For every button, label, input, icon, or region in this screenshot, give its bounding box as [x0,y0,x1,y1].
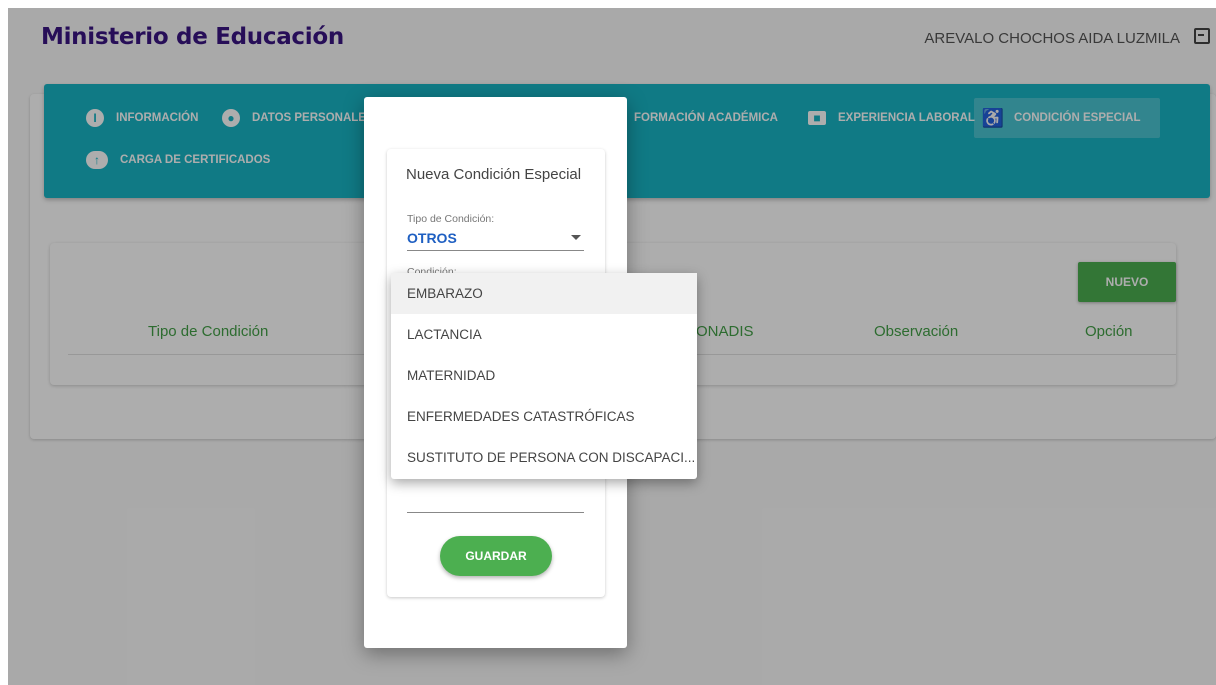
tipo-condicion-select[interactable]: OTROS [407,230,457,246]
dropdown-option[interactable]: EMBARAZO [391,273,697,314]
chevron-down-icon[interactable] [571,235,581,240]
tipo-condicion-label: Tipo de Condición: [407,213,495,225]
dropdown-option[interactable]: LACTANCIA [391,314,697,355]
condicion-dropdown: EMBARAZO LACTANCIA MATERNIDAD ENFERMEDAD… [391,273,697,479]
dropdown-option[interactable]: ENFERMEDADES CATASTRÓFICAS [391,396,697,437]
save-button[interactable]: GUARDAR [440,536,552,576]
observacion-field[interactable] [407,512,584,513]
dropdown-option[interactable]: MATERNIDAD [391,355,697,396]
tipo-condicion-underline [407,250,584,251]
app-frame: Ministerio de Educación AREVALO CHOCHOS … [8,8,1216,685]
dialog-title: Nueva Condición Especial [406,166,582,183]
dropdown-option[interactable]: SUSTITUTO DE PERSONA CON DISCAPACI... [391,437,697,478]
